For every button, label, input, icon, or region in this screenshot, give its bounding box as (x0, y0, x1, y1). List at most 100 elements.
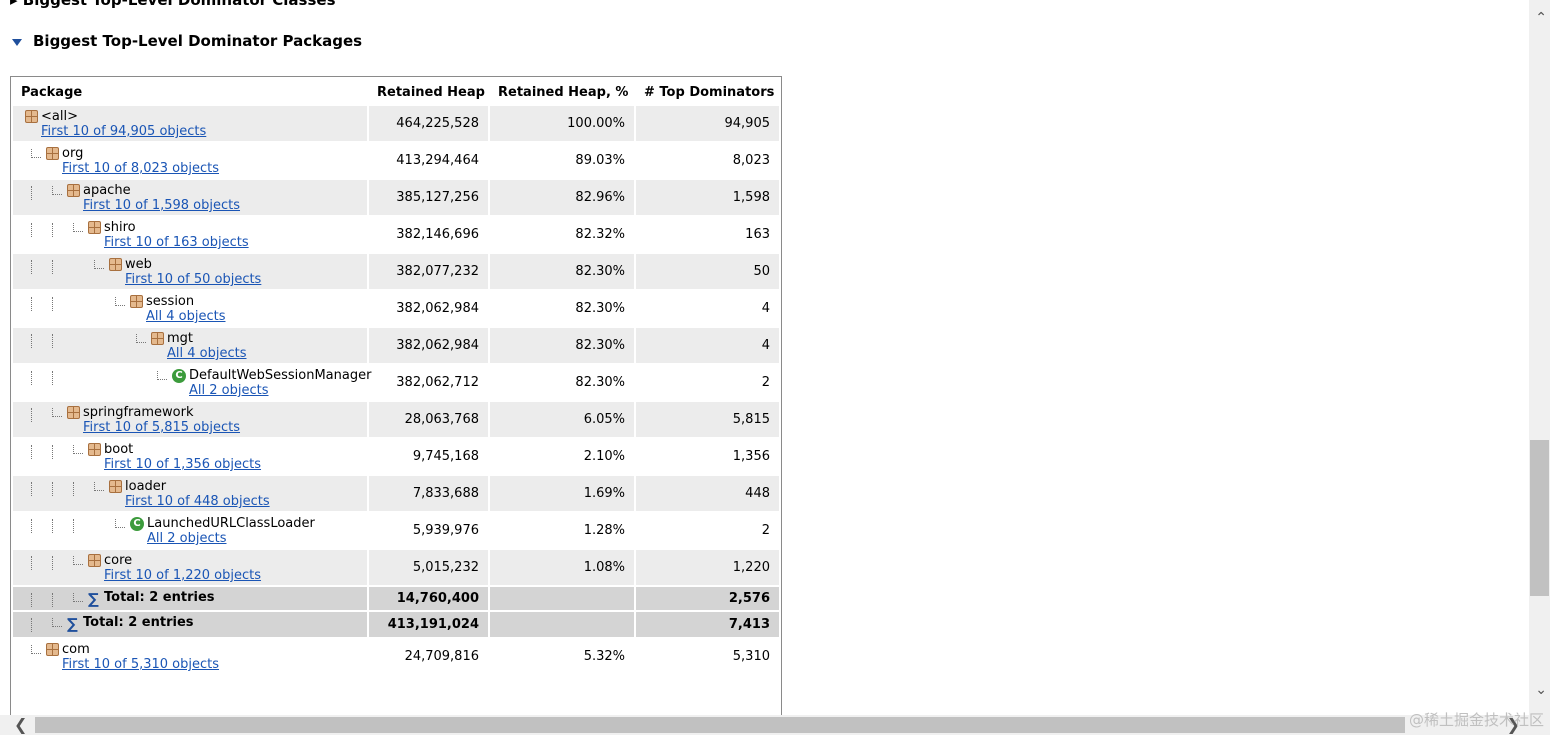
col-top-dominators[interactable]: # Top Dominators (636, 80, 779, 104)
package-name[interactable]: loader (125, 479, 166, 494)
retained-heap-pct: 82.96% (490, 180, 634, 215)
objects-link[interactable]: All 2 objects (189, 383, 269, 398)
top-dominators: 50 (636, 254, 779, 289)
tree-guide (52, 445, 53, 459)
package-name[interactable]: web (125, 257, 152, 272)
retained-heap-pct: 82.30% (490, 254, 634, 289)
section-heading[interactable]: Biggest Top-Level Dominator Packages (12, 31, 362, 51)
table-row[interactable]: C LaunchedURLClassLoader All 2 objects 5,93… (13, 513, 779, 548)
package-name[interactable]: org (62, 146, 83, 161)
objects-link[interactable]: All 4 objects (146, 309, 226, 324)
retained-heap: 7,833,688 (369, 476, 488, 511)
package-name[interactable]: com (62, 642, 90, 657)
package-name[interactable]: core (104, 553, 132, 568)
retained-heap-pct: 6.05% (490, 402, 634, 437)
package-name[interactable]: boot (104, 442, 133, 457)
table-row[interactable]: <all> First 10 of 94,905 objects 464,225,5… (13, 106, 779, 141)
package-name[interactable]: apache (83, 183, 131, 198)
objects-link[interactable]: First 10 of 50 objects (125, 272, 261, 287)
objects-link[interactable]: First 10 of 94,905 objects (41, 124, 206, 139)
retained-heap-pct: 82.32% (490, 217, 634, 252)
package-name[interactable]: mgt (167, 331, 193, 346)
retained-heap: 385,127,256 (369, 180, 488, 215)
objects-link[interactable]: First 10 of 448 objects (125, 494, 270, 509)
retained-heap: 382,077,232 (369, 254, 488, 289)
table-row[interactable]: shiro First 10 of 163 objects 382,146,696 8… (13, 217, 779, 252)
table-row[interactable]: boot First 10 of 1,356 objects 9,745,168 2.… (13, 439, 779, 474)
col-package[interactable]: Package (13, 80, 367, 104)
vertical-scrollbar[interactable]: ⌃ ⌄ (1529, 0, 1550, 715)
package-name[interactable]: shiro (104, 220, 136, 235)
table-row[interactable]: org First 10 of 8,023 objects 413,294,464 8… (13, 143, 779, 178)
tree-guide (31, 445, 32, 459)
retained-heap-pct: 82.30% (490, 328, 634, 363)
tree-elbow (115, 297, 125, 306)
table-row[interactable]: web First 10 of 50 objects 382,077,232 82.3… (13, 254, 779, 289)
table-row[interactable]: session All 4 objects 382,062,984 82.30% 4 (13, 291, 779, 326)
collapse-triangle-icon[interactable] (12, 38, 22, 46)
table-row[interactable]: C DefaultWebSessionManager All 2 objects 38… (13, 365, 779, 400)
table-row[interactable]: core First 10 of 1,220 objects 5,015,232 1.… (13, 550, 779, 585)
retained-heap: 28,063,768 (369, 402, 488, 437)
tree-guide (31, 408, 32, 422)
tree-guide (31, 297, 32, 311)
objects-link[interactable]: All 2 objects (147, 531, 227, 546)
tree-guide (52, 593, 53, 607)
prev-section-heading[interactable]: ▸ Biggest Top-Level Dominator Classes (10, 0, 336, 9)
retained-heap: 413,294,464 (369, 143, 488, 178)
tree-guide (31, 593, 32, 607)
package-name[interactable]: <all> (41, 109, 78, 124)
top-dominators: 1,220 (636, 550, 779, 585)
table-row[interactable]: loader First 10 of 448 objects 7,833,688 1.… (13, 476, 779, 511)
objects-link[interactable]: All 4 objects (167, 346, 247, 361)
retained-heap-pct: 1.28% (490, 513, 634, 548)
package-icon (46, 643, 59, 656)
horizontal-scroll-thumb[interactable] (35, 717, 1405, 733)
objects-link[interactable]: First 10 of 1,598 objects (83, 198, 240, 213)
table-row[interactable]: springframework First 10 of 5,815 objects… (13, 402, 779, 437)
total-retained-heap-pct (490, 587, 634, 610)
package-name[interactable]: DefaultWebSessionManager (189, 368, 371, 383)
tree-guide (52, 260, 53, 274)
scroll-left-icon[interactable]: ❮ (14, 715, 27, 734)
table-row[interactable]: apache First 10 of 1,598 objects 385,127,2… (13, 180, 779, 215)
top-dominators: 448 (636, 476, 779, 511)
horizontal-scrollbar[interactable]: ❮ ❯ (0, 715, 1550, 735)
col-retained-heap-pct[interactable]: Retained Heap, % (490, 80, 634, 104)
tree-guide (31, 334, 32, 348)
retained-heap: 9,745,168 (369, 439, 488, 474)
table-row[interactable]: com First 10 of 5,310 objects 24,709,816 5.… (13, 639, 779, 674)
top-dominators: 5,310 (636, 639, 779, 674)
table-row[interactable]: mgt All 4 objects 382,062,984 82.30% 4 (13, 328, 779, 363)
retained-heap-pct: 82.30% (490, 365, 634, 400)
total-retained-heap-pct (490, 612, 634, 637)
package-icon (67, 406, 80, 419)
vertical-scroll-thumb[interactable] (1530, 440, 1549, 596)
objects-link[interactable]: First 10 of 5,815 objects (83, 420, 240, 435)
objects-link[interactable]: First 10 of 1,356 objects (104, 457, 261, 472)
objects-link[interactable]: First 10 of 8,023 objects (62, 161, 219, 176)
objects-link[interactable]: First 10 of 1,220 objects (104, 568, 261, 583)
package-name[interactable]: LaunchedURLClassLoader (147, 516, 315, 531)
scroll-up-icon[interactable]: ⌃ (1535, 10, 1547, 26)
tree-guide (31, 556, 32, 570)
package-name[interactable]: session (146, 294, 194, 309)
package-name[interactable]: springframework (83, 405, 193, 420)
tree-guide (73, 482, 74, 496)
retained-heap: 382,062,712 (369, 365, 488, 400)
dominator-packages-table: Package Retained Heap Retained Heap, % #… (10, 76, 782, 717)
top-dominators: 4 (636, 291, 779, 326)
col-retained-heap[interactable]: Retained Heap (369, 80, 488, 104)
objects-link[interactable]: First 10 of 5,310 objects (62, 657, 219, 672)
retained-heap-pct: 100.00% (490, 106, 634, 141)
scroll-down-icon[interactable]: ⌄ (1535, 682, 1547, 698)
tree-elbow (73, 593, 83, 602)
retained-heap-pct: 5.32% (490, 639, 634, 674)
tree-guide (52, 556, 53, 570)
tree-guide (31, 260, 32, 274)
objects-link[interactable]: First 10 of 163 objects (104, 235, 249, 250)
tree-guide (31, 371, 32, 385)
retained-heap-pct: 1.69% (490, 476, 634, 511)
table-header-row: Package Retained Heap Retained Heap, % #… (13, 80, 779, 104)
tree-elbow (94, 482, 104, 491)
